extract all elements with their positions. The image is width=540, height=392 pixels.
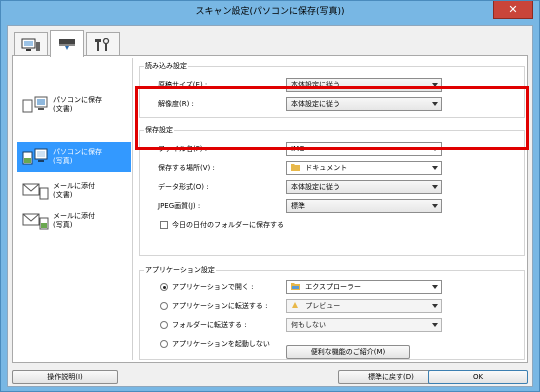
instructions-button[interactable]: 操作説明(I): [12, 370, 118, 384]
settings-content: 読み込み設定 原稿サイズ(E) : 本体設定に従う 解像度(R) : 本体設定に…: [139, 60, 525, 360]
save-settings-group: 保存設定 ファイル名(F) : IMG 保存する場所(V) : ドキュメント デ…: [139, 125, 525, 256]
do-not-start-radio[interactable]: [160, 340, 168, 348]
do-not-start-label: アプリケーションを起動しない: [172, 340, 270, 348]
chevron-down-icon: [432, 304, 438, 308]
send-to-app-radio[interactable]: [160, 302, 168, 310]
tab-general-settings[interactable]: [86, 32, 120, 56]
paper-size-label: 原稿サイズ(E) :: [158, 81, 208, 89]
window-title: スキャン設定(パソコンに保存(写真)): [195, 7, 345, 17]
mail-document-icon: [22, 183, 49, 200]
send-to-folder-select[interactable]: 何もしない: [286, 318, 442, 332]
folder-icon: [291, 164, 300, 171]
save-document-to-pc-icon: [22, 96, 48, 113]
send-to-app-label: アプリケーションに転送する :: [172, 302, 268, 310]
tools-icon: [95, 37, 110, 51]
sidebar-item-label: メールに添付: [53, 182, 95, 190]
open-with-radio[interactable]: [160, 283, 168, 291]
sidebar-item-sublabel: (写真): [53, 157, 73, 165]
subfolder-checkbox-label: 今日の日付のフォルダーに保存する: [172, 221, 284, 229]
close-button[interactable]: ✕: [493, 1, 533, 19]
file-name-input[interactable]: IMG: [286, 142, 442, 156]
data-format-value: 本体設定に従う: [291, 183, 340, 191]
sidebar-item-mail-document[interactable]: メールに添付 (文書): [17, 176, 131, 206]
mail-photo-icon: [22, 213, 49, 230]
group-title: 読み込み設定: [144, 61, 188, 72]
file-name-value: IMG: [291, 145, 305, 153]
chevron-down-icon: [432, 166, 438, 170]
sidebar-item-sublabel: (文書): [53, 105, 73, 113]
paper-size-select[interactable]: 本体設定に従う: [286, 78, 442, 92]
chevron-down-icon: [432, 147, 438, 151]
sidebar-item-save-document[interactable]: パソコンに保存 (文書): [17, 90, 131, 120]
send-to-app-value: プレビュー: [305, 302, 341, 310]
chevron-down-icon: [432, 204, 438, 208]
sidebar-item-label: パソコンに保存: [53, 96, 102, 104]
chevron-down-icon: [432, 83, 438, 87]
paper-size-value: 本体設定に従う: [291, 81, 340, 89]
open-with-select[interactable]: エクスプローラー: [286, 280, 442, 294]
ok-button[interactable]: OK: [428, 370, 528, 384]
jpeg-quality-select[interactable]: 標準: [286, 199, 442, 213]
tab-panel: パソコンに保存 (文書) パソコンに保存 (写真) メールに添付 (文書) メー…: [12, 55, 529, 363]
preview-icon: [292, 302, 298, 308]
sidebar-item-sublabel: (文書): [53, 191, 73, 199]
subfolder-checkbox[interactable]: [160, 221, 168, 229]
dialog-body: パソコンに保存 (文書) パソコンに保存 (写真) メールに添付 (文書) メー…: [7, 25, 533, 387]
save-in-value: ドキュメント: [305, 164, 348, 172]
save-in-select[interactable]: ドキュメント: [286, 161, 442, 175]
tab-scan-from-operation-panel[interactable]: [50, 30, 84, 57]
save-photo-to-pc-icon: [22, 148, 48, 165]
resolution-label: 解像度(R) :: [158, 100, 194, 108]
sidebar-item-mail-photo[interactable]: メールに添付 (写真): [17, 206, 131, 236]
tab-scan-from-computer[interactable]: [14, 32, 48, 56]
resolution-value: 本体設定に従う: [291, 100, 340, 108]
save-in-label: 保存する場所(V) :: [158, 164, 215, 172]
application-settings-group: アプリケーション設定 アプリケーションで開く : エクスプローラー アプリケーシ…: [139, 265, 525, 360]
scan-options-group: 読み込み設定 原稿サイズ(E) : 本体設定に従う 解像度(R) : 本体設定に…: [139, 61, 525, 118]
data-format-select[interactable]: 本体設定に従う: [286, 180, 442, 194]
sidebar: パソコンに保存 (文書) パソコンに保存 (写真) メールに添付 (文書) メー…: [15, 58, 133, 360]
sidebar-item-label: パソコンに保存: [53, 148, 102, 156]
scanner-icon: [59, 39, 75, 50]
sidebar-item-sublabel: (写真): [53, 221, 73, 229]
jpeg-quality-label: JPEG画質(J) :: [158, 202, 201, 210]
data-format-label: データ形式(O) :: [158, 183, 209, 191]
explorer-folder-icon: [291, 283, 300, 290]
scan-settings-dialog: スキャン設定(パソコンに保存(写真)) ✕ パソコンに保存 (文書) パソコンに…: [0, 0, 540, 392]
send-to-folder-label: フォルダーに転送する :: [172, 321, 247, 329]
chevron-down-icon: [432, 323, 438, 327]
jpeg-quality-value: 標準: [291, 202, 305, 210]
scanner-to-pc-icon: [21, 38, 40, 51]
sidebar-item-save-photo[interactable]: パソコンに保存 (写真): [17, 142, 131, 172]
chevron-down-icon: [432, 185, 438, 189]
more-functions-button[interactable]: 便利な機能のご紹介(M): [286, 345, 410, 359]
sidebar-item-label: メールに添付: [53, 212, 95, 220]
chevron-down-icon: [432, 102, 438, 106]
send-to-app-select[interactable]: プレビュー: [286, 299, 442, 313]
resolution-select[interactable]: 本体設定に従う: [286, 97, 442, 111]
group-title: アプリケーション設定: [144, 265, 216, 276]
open-with-label: アプリケーションで開く :: [172, 283, 254, 291]
send-to-folder-value: 何もしない: [291, 321, 326, 329]
open-with-value: エクスプローラー: [305, 283, 362, 291]
send-to-folder-radio[interactable]: [160, 321, 168, 329]
chevron-down-icon: [432, 285, 438, 289]
group-title: 保存設定: [144, 125, 174, 136]
file-name-label: ファイル名(F) :: [158, 145, 208, 153]
